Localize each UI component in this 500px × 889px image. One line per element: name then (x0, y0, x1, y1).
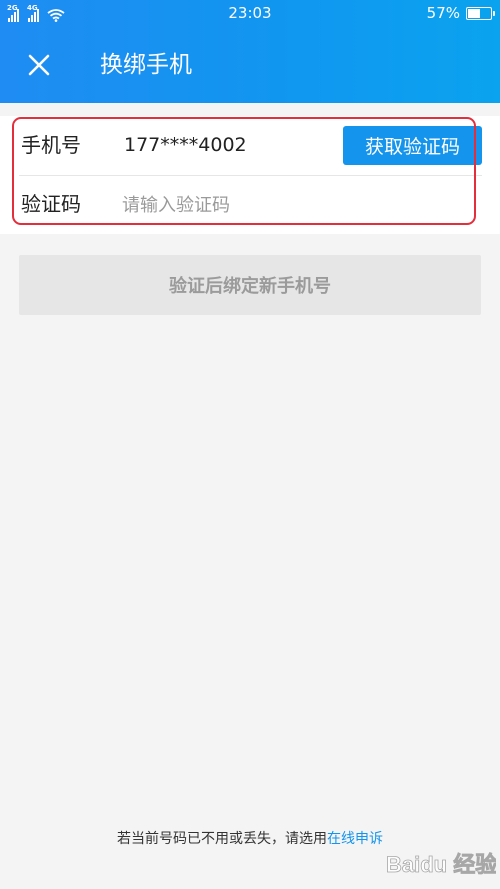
online-appeal-link[interactable]: 在线申诉 (327, 831, 383, 847)
phone-row: 手机号 177****4002 获取验证码 (0, 116, 500, 175)
phone-form: 手机号 177****4002 获取验证码 验证码 (0, 116, 500, 234)
battery-fill (468, 8, 480, 18)
code-label: 验证码 (21, 192, 81, 216)
code-input[interactable] (122, 189, 362, 221)
status-time: 23:03 (228, 4, 272, 22)
footer-note: 若当前号码已不用或丢失，请选用在线申诉 (0, 828, 500, 848)
battery-icon (466, 6, 495, 20)
status-bar: 2G 4G 23:03 57% (0, 0, 500, 26)
verify-bind-button[interactable]: 验证后绑定新手机号 (19, 255, 481, 315)
battery-percent: 57% (426, 4, 460, 22)
close-icon (28, 54, 50, 76)
phone-label: 手机号 (21, 133, 81, 157)
watermark-text: Baidu 经验 (386, 852, 496, 877)
close-button[interactable] (24, 50, 54, 80)
code-row: 验证码 (0, 175, 500, 234)
app-header: 2G 4G 23:03 57% 换绑手机 (0, 0, 500, 103)
battery-status: 57% (426, 4, 495, 22)
get-code-button[interactable]: 获取验证码 (343, 126, 482, 165)
phone-value: 177****4002 (124, 134, 247, 156)
page-title: 换绑手机 (100, 52, 192, 78)
footer-text: 若当前号码已不用或丢失，请选用 (117, 831, 327, 847)
baidu-jingyan-watermark: Baidu 经验 (386, 852, 496, 878)
